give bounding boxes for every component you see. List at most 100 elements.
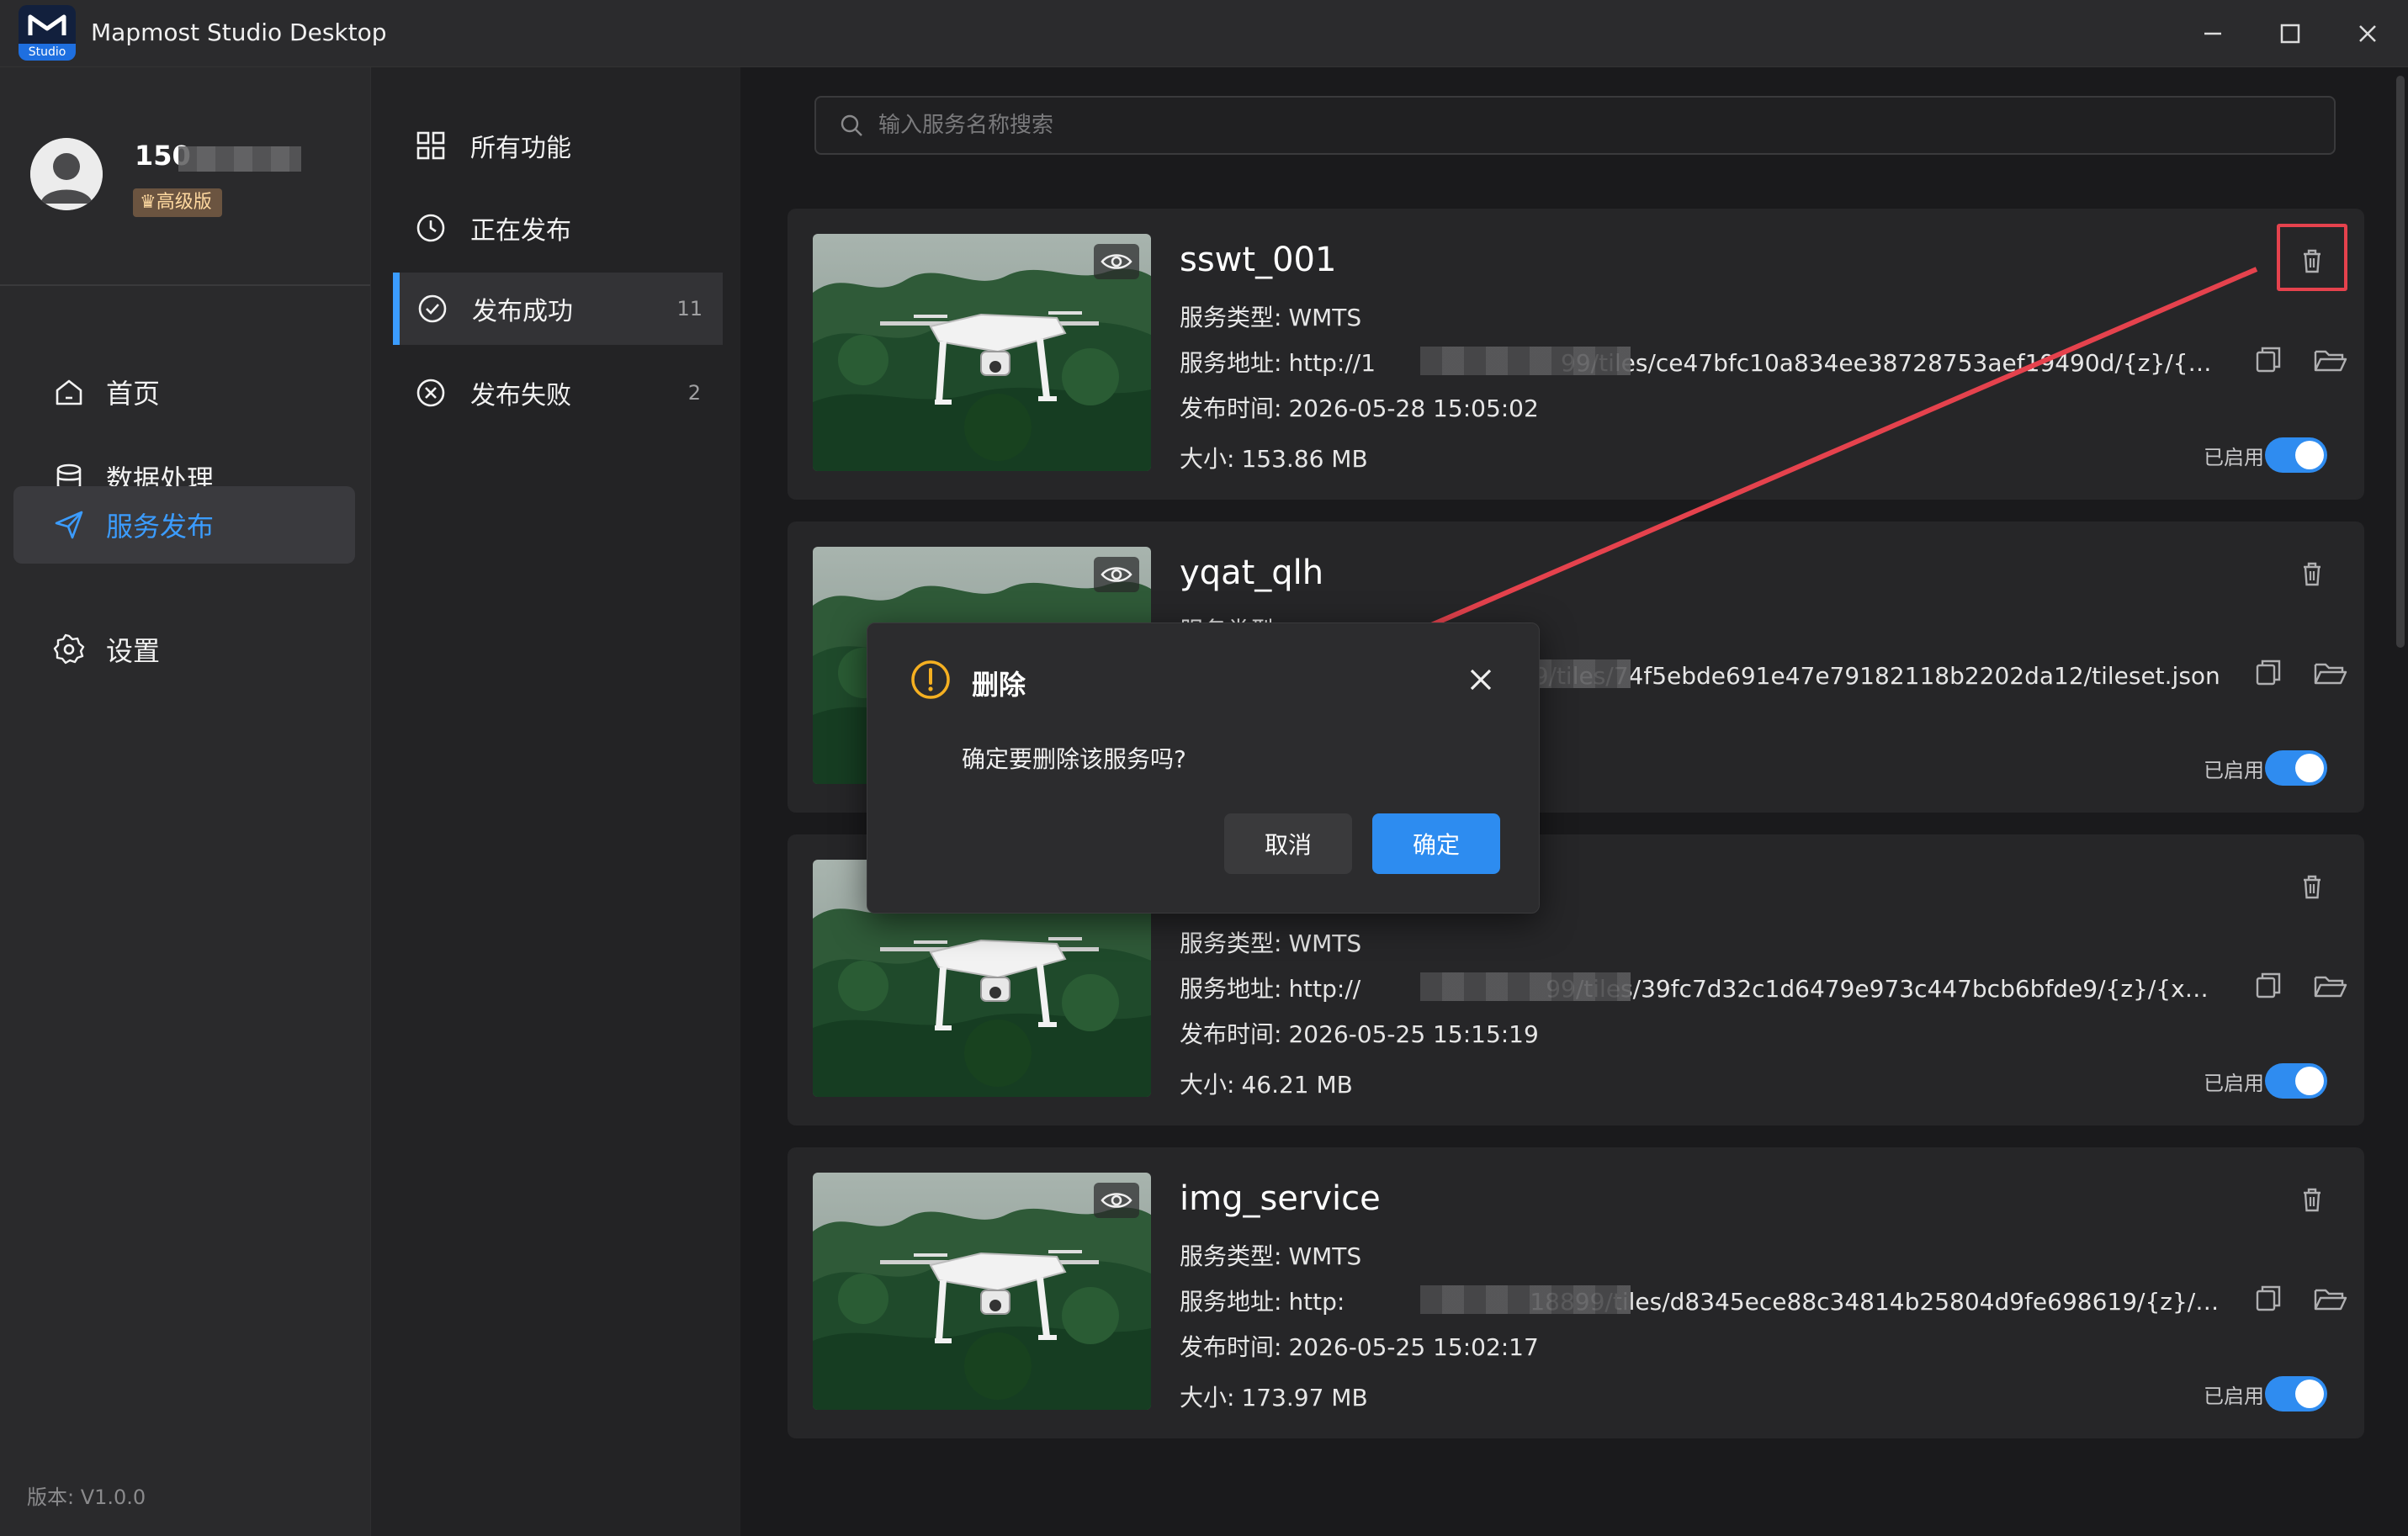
close-window-button[interactable] <box>2349 15 2386 52</box>
service-url-row: 服务地址: http://1 99/tiles/ce47bfc10a834ee387… <box>1180 345 2223 379</box>
copy-url-button[interactable] <box>2250 342 2287 379</box>
send-icon <box>55 511 83 539</box>
subnav-item-label: 发布成功 <box>472 297 573 326</box>
preview-button[interactable] <box>1094 557 1139 592</box>
delete-button[interactable] <box>2294 1181 2331 1218</box>
service-name: sswt_001 <box>1180 241 1337 279</box>
service-time-row: 发布时间: 2026-05-25 15:15:19 <box>1180 1016 1539 1050</box>
cancel-button[interactable]: 取消 <box>1224 813 1352 874</box>
nav-item-label: 设置 <box>106 635 161 667</box>
home-icon <box>56 379 82 405</box>
delete-button[interactable] <box>2294 555 2331 592</box>
eye-icon <box>1101 567 1132 582</box>
enable-toggle[interactable] <box>2265 1376 2327 1412</box>
service-size-label: 大小: <box>1180 445 1235 473</box>
service-type-value: WMTS <box>1288 930 1362 957</box>
url-redaction-mask <box>1420 972 1631 1001</box>
copy-icon <box>2256 659 2281 686</box>
subnav-item-failed[interactable]: 发布失败 2 <box>391 357 721 429</box>
service-url-row: 服务地址: http:// 99/tiles/39fc7d32c1d6479e973… <box>1180 971 2223 1004</box>
service-time-label: 发布时间: <box>1180 395 1282 422</box>
service-size-row: 大小: 46.21 MB <box>1180 1067 1353 1100</box>
search-input[interactable] <box>878 113 2225 138</box>
maximize-icon <box>2280 24 2300 44</box>
subnav-item-publishing[interactable]: 正在发布 <box>391 192 721 264</box>
dialog-title: 删除 <box>972 669 1026 701</box>
service-type-value: WMTS <box>1288 304 1362 331</box>
service-size-value: 173.97 MB <box>1241 1384 1368 1412</box>
service-name: img_service <box>1180 1179 1381 1218</box>
folder-open-icon <box>2314 976 2347 998</box>
preview-button[interactable] <box>1094 1183 1139 1218</box>
avatar[interactable] <box>30 138 103 210</box>
service-size-row: 大小: 153.86 MB <box>1180 441 1368 474</box>
service-thumbnail[interactable] <box>813 234 1151 471</box>
enabled-label: 已启用 <box>2204 446 2264 469</box>
app-title: Mapmost Studio Desktop <box>91 19 387 46</box>
enable-toggle[interactable] <box>2265 1063 2327 1099</box>
vip-badge: ♛高级版 <box>133 188 222 217</box>
nav-item-settings[interactable]: 设置 <box>13 611 355 688</box>
gear-icon <box>53 633 85 665</box>
open-folder-button[interactable] <box>2312 654 2349 691</box>
scrollbar-thumb[interactable] <box>2396 76 2405 648</box>
delete-highlight-box <box>2277 224 2347 291</box>
service-thumbnail[interactable] <box>813 1173 1151 1410</box>
maximize-button[interactable] <box>2272 15 2309 52</box>
minimize-button[interactable] <box>2194 15 2231 52</box>
service-size-label: 大小: <box>1180 1384 1235 1412</box>
clock-icon <box>416 214 445 242</box>
subnav-item-count: 11 <box>676 297 703 320</box>
folder-open-icon <box>2314 1289 2347 1311</box>
confirm-button[interactable]: 确定 <box>1372 813 1500 874</box>
service-size-label: 大小: <box>1180 1071 1235 1099</box>
user-avatar-icon <box>30 138 103 210</box>
open-folder-button[interactable] <box>2312 342 2349 379</box>
subnav-item-label: 发布失败 <box>470 381 571 410</box>
service-type-label: 服务类型: <box>1180 930 1282 957</box>
delete-button[interactable] <box>2294 868 2331 905</box>
search-box[interactable] <box>814 96 2336 155</box>
copy-icon <box>2256 1285 2281 1311</box>
subnav-item-success[interactable]: 发布成功 11 <box>393 273 723 345</box>
preview-button[interactable] <box>1094 244 1139 279</box>
close-icon[interactable] <box>1463 662 1498 697</box>
nav-item-service-publish[interactable]: 服务发布 <box>13 486 355 564</box>
enabled-label: 已启用 <box>2204 1072 2264 1095</box>
nav-item-home[interactable]: 首页 <box>13 353 355 431</box>
service-time-value: 2026-05-25 15:02:17 <box>1288 1333 1539 1361</box>
enable-toggle[interactable] <box>2265 437 2327 473</box>
trash-icon <box>2304 875 2320 899</box>
nav-item-label: 服务发布 <box>106 511 215 543</box>
service-card[interactable]: img_service 服务类型: WMTS 服务地址: http: 18899/ti… <box>788 1147 2364 1438</box>
grid-icon <box>416 131 445 160</box>
copy-url-button[interactable] <box>2250 967 2287 1004</box>
service-card[interactable]: sswt_001 服务类型: WMTS 服务地址: http://1 99/tiles… <box>788 209 2364 500</box>
enabled-label: 已启用 <box>2204 1385 2264 1408</box>
service-time-row: 发布时间: 2026-05-25 15:02:17 <box>1180 1329 1539 1363</box>
open-folder-button[interactable] <box>2312 1280 2349 1317</box>
service-type-value: WMTS <box>1288 1242 1362 1270</box>
search-icon <box>841 114 862 136</box>
enable-toggle[interactable] <box>2265 750 2327 786</box>
open-folder-button[interactable] <box>2312 967 2349 1004</box>
copy-url-button[interactable] <box>2250 654 2287 691</box>
enabled-label: 已启用 <box>2204 759 2264 782</box>
url-redaction-mask <box>1420 1285 1631 1314</box>
folder-open-icon <box>2314 663 2347 685</box>
subnav-item-label: 正在发布 <box>470 216 571 246</box>
service-time-label: 发布时间: <box>1180 1020 1282 1048</box>
service-name: yqat_qlh <box>1180 553 1324 592</box>
copy-url-button[interactable] <box>2250 1280 2287 1317</box>
service-time-row: 发布时间: 2026-05-28 15:05:02 <box>1180 390 1539 424</box>
username-redaction <box>178 146 301 172</box>
check-circle-icon <box>418 294 447 323</box>
trash-icon <box>2304 562 2320 586</box>
subnav-item-all[interactable]: 所有功能 <box>391 109 721 182</box>
service-url-suffix: 18899/tiles/d8345ece88c34814b25804d9fe69… <box>1530 1288 2223 1316</box>
service-type-row: 服务类型: WMTS <box>1180 299 1361 333</box>
subnav-item-count: 2 <box>687 381 701 405</box>
sub-sidebar: 所有功能 正在发布 发布成功 11 发布失败 2 <box>370 67 740 1536</box>
scrollbar[interactable] <box>2395 67 2406 1536</box>
url-redaction-mask <box>1420 347 1631 375</box>
